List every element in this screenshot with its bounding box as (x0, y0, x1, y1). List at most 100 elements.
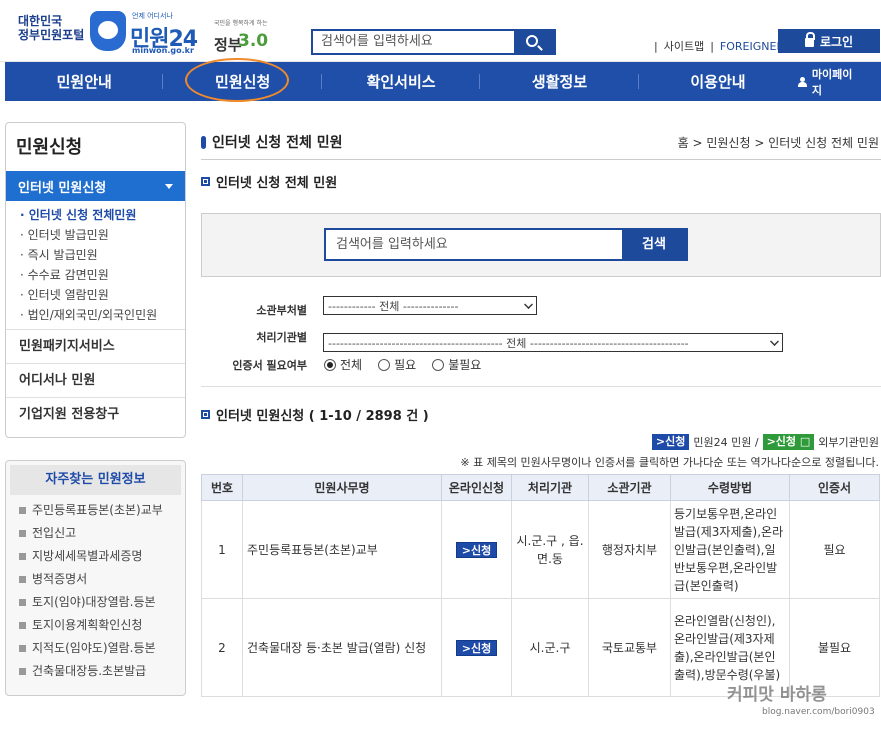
cell-cert: 필요 (789, 500, 880, 599)
main-content: 인터넷 신청 전체 민원 홈 > 민원신청 > 인터넷 신청 전체 민원 인터넷… (201, 122, 881, 697)
caret-down-icon (165, 183, 173, 189)
frequent-title: 자주찾는 민원정보 (10, 465, 181, 495)
watermark-text: 커피맛 바하롱 (727, 685, 827, 705)
cert-radio-required[interactable]: 필요 (378, 356, 416, 373)
sidebar-item-business[interactable]: 기업지원 전용창구 (6, 397, 185, 431)
foreigner-link[interactable]: FOREIGNER (720, 40, 784, 53)
mypage-label: 마이페이지 (811, 67, 853, 97)
legend-inner-label: 민원24 민원 / (693, 436, 759, 449)
dept-filter-label: 소관부처별 (256, 304, 307, 317)
cert-radio-all[interactable]: 전체 (324, 356, 362, 373)
main-search-input[interactable]: 검색어를 입력하세요 (326, 230, 622, 259)
gov-portal-line1: 대한민국 (18, 14, 63, 28)
civil-table: 번호 민원사무명 온라인신청 처리기관 소관기관 수령방법 인증서 1 주민등록… (201, 474, 880, 697)
cell-no: 2 (201, 598, 243, 697)
top-search-input[interactable]: 검색어를 입력하세요 (313, 31, 514, 53)
sidebar-subitem[interactable]: · 인터넷 열람민원 (20, 285, 185, 305)
sort-note: ※ 표 제목의 민원사무명이나 인증서를 클릭하면 가나다순 또는 역가나다순으… (460, 456, 879, 469)
gov3-logo: 국민을 행복하게 하는 정부 3.0 (214, 20, 274, 54)
sitemap-link[interactable]: 사이트맵 (664, 40, 704, 53)
filter-panel: 소관부처별 처리기관별 인증서 필요여부 전체 필요 불필요 (201, 277, 881, 387)
cell-proc: 시.군.구 , 읍.면.동 (511, 500, 589, 599)
breadcrumb-home[interactable]: 홈 (678, 136, 689, 150)
top-header: 대한민국 정부민원포털 언제 어디서나 민원24 minwon.go.kr 국민… (0, 0, 881, 62)
main-navigation: 민원안내 민원신청 확인서비스 생활정보 이용안내 마이페이지 (5, 62, 881, 101)
radio-icon (432, 358, 445, 371)
frequent-item[interactable]: 토지(임야)대장열람.등본 (6, 591, 185, 614)
frequent-item[interactable]: 지방세세목별과세증명 (6, 545, 185, 568)
gov-portal-logo[interactable]: 대한민국 정부민원포털 (18, 14, 84, 42)
frequent-item[interactable]: 주민등록표등본(초본)교부 (6, 499, 185, 522)
login-button[interactable]: 로그인 (778, 29, 880, 53)
bullet-icon (19, 530, 26, 537)
title-marker-icon (201, 135, 206, 149)
main-search-button[interactable]: 검색 (622, 230, 686, 259)
frequent-item[interactable]: 전입신고 (6, 522, 185, 545)
radio-icon (378, 358, 391, 371)
agency-select-box[interactable]: ----------------------------------------… (323, 333, 783, 352)
col-no: 번호 (201, 474, 243, 501)
sidebar-item-anywhere[interactable]: 어디서나 민원 (6, 363, 185, 397)
table-header-row: 번호 민원사무명 온라인신청 처리기관 소관기관 수령방법 인증서 (201, 474, 880, 501)
sidebar-subitem[interactable]: · 수수료 감면민원 (20, 265, 185, 285)
person-icon (797, 76, 807, 87)
bullet-icon (19, 599, 26, 606)
cell-dept: 국토교통부 (588, 598, 671, 697)
minwon24-logo[interactable]: 언제 어디서나 민원24 minwon.go.kr (90, 9, 198, 55)
cell-apply: >신청 (441, 598, 512, 697)
legend: >신청 민원24 민원 / >신청 □ 외부기관민원 (201, 434, 881, 450)
legend-outer-label: 외부기관민원 (818, 436, 879, 449)
section-title: 인터넷 신청 전체 민원 (201, 172, 881, 191)
list-marker-icon (201, 410, 210, 419)
login-label: 로그인 (819, 34, 854, 49)
gnb-item-guide[interactable]: 민원안내 (5, 71, 164, 92)
frequent-item[interactable]: 건축물대장등.초본발급 (6, 660, 185, 683)
section-marker-icon (201, 177, 210, 186)
sidebar-subitem[interactable]: · 법인/재외국민/외국인민원 (20, 305, 185, 325)
radio-selected-icon (324, 358, 336, 371)
cert-radio-not-required[interactable]: 불필요 (432, 356, 481, 373)
cell-name[interactable]: 건축물대장 등·초본 발급(열람) 신청 (242, 598, 442, 697)
apply-button[interactable]: >신청 (455, 639, 498, 656)
gnb-item-verify[interactable]: 확인서비스 (322, 71, 481, 92)
bullet-icon (19, 553, 26, 560)
top-search-button[interactable] (514, 31, 554, 53)
sidebar-subitem[interactable]: · 인터넷 신청 전체민원 (20, 205, 185, 225)
top-search-bar: 검색어를 입력하세요 (311, 29, 556, 55)
col-cert[interactable]: 인증서 (789, 474, 880, 501)
sidebar-item-package[interactable]: 민원패키지서비스 (6, 329, 185, 363)
col-online: 온라인신청 (441, 474, 512, 501)
dept-select-box[interactable]: ------------ 전체 -------------- (323, 296, 537, 315)
page-title: 인터넷 신청 전체 민원 (201, 132, 343, 152)
breadcrumb-apply[interactable]: 민원신청 (706, 136, 750, 150)
frequent-item[interactable]: 토지이용계획확인신청 (6, 614, 185, 637)
frequent-item[interactable]: 병적증명서 (6, 568, 185, 591)
breadcrumb-current: 인터넷 신청 전체 민원 (768, 136, 879, 150)
col-dept: 소관기관 (588, 474, 671, 501)
frequent-item[interactable]: 지적도(임야도)열람.등본 (6, 637, 185, 660)
minwon24-mascot-icon (90, 11, 126, 51)
col-name[interactable]: 민원사무명 (242, 474, 442, 501)
sidebar-subitem[interactable]: · 즉시 발급민원 (20, 245, 185, 265)
cell-name[interactable]: 주민등록표등본(초본)교부 (242, 500, 442, 599)
sidebar-active-label: 인터넷 민원신청 (18, 180, 107, 196)
main-search-bar: 검색어를 입력하세요 검색 (324, 228, 688, 261)
lock-icon (804, 32, 815, 47)
apply-button[interactable]: >신청 (455, 541, 498, 558)
gnb-item-usage[interactable]: 이용안내 (639, 71, 797, 92)
logo-tagline: 언제 어디서나 (132, 12, 173, 20)
search-panel: 검색어를 입력하세요 검색 (201, 213, 881, 277)
mypage-link[interactable]: 마이페이지 (797, 66, 861, 98)
gnb-item-life[interactable]: 생활정보 (480, 71, 640, 92)
watermark-url: blog.naver.com/bori0903 (762, 707, 875, 717)
frequent-panel: 자주찾는 민원정보 주민등록표등본(초본)교부 전입신고 지방세세목별과세증명 … (5, 460, 186, 696)
title-row: 인터넷 신청 전체 민원 홈 > 민원신청 > 인터넷 신청 전체 민원 (201, 122, 881, 160)
sidebar-subitem[interactable]: · 인터넷 발급민원 (20, 225, 185, 245)
breadcrumb: 홈 > 민원신청 > 인터넷 신청 전체 민원 (677, 136, 879, 150)
logo-url: minwon.go.kr (132, 46, 194, 55)
sidebar-item-internet-apply[interactable]: 인터넷 민원신청 (6, 171, 185, 201)
col-recv: 수령방법 (670, 474, 790, 501)
cell-recv: 등기보통우편,온라인발급(제3자제출),온라인발급(본인출력),일반보통우편,온… (670, 500, 790, 599)
bullet-icon (19, 576, 26, 583)
legend-inner-badge: >신청 (651, 434, 690, 450)
